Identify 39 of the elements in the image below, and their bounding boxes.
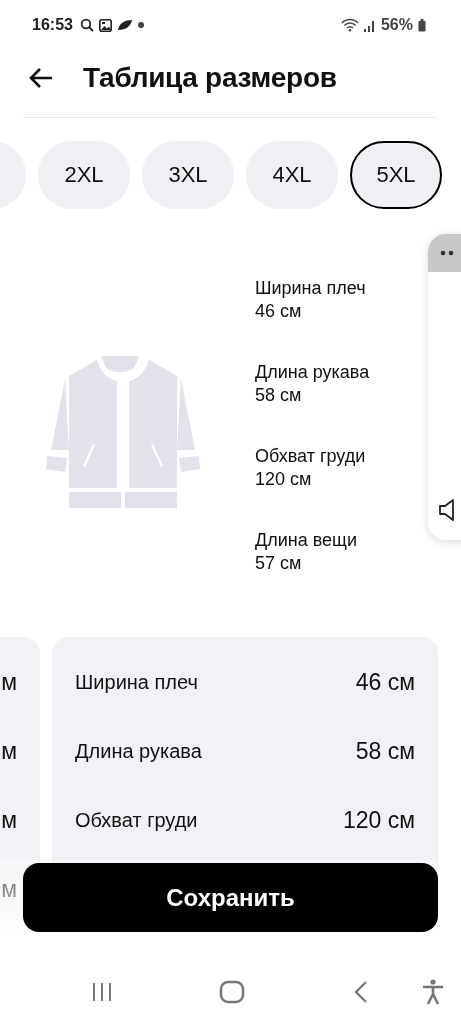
measurement-value: 46 см bbox=[255, 300, 303, 323]
size-chip[interactable]: 2XL bbox=[38, 141, 130, 209]
accessibility-icon[interactable] bbox=[421, 979, 445, 1005]
measurement-value: 58 см bbox=[255, 384, 303, 407]
dot-icon bbox=[137, 22, 144, 28]
wifi-icon bbox=[340, 18, 359, 32]
back-icon[interactable] bbox=[28, 67, 54, 89]
home-icon[interactable] bbox=[219, 980, 245, 1004]
battery-icon bbox=[418, 18, 426, 32]
recent-apps-icon[interactable] bbox=[91, 981, 113, 1003]
measurement-label: Ширина плеч bbox=[255, 277, 367, 300]
measurement-label: Обхват груди bbox=[255, 445, 367, 468]
row-label: Обхват груди bbox=[75, 809, 198, 832]
measurement-value: 120 см bbox=[255, 468, 313, 491]
row-value: 58 см bbox=[355, 738, 415, 765]
row-value: м bbox=[1, 669, 17, 696]
status-time: 16:53 bbox=[32, 16, 73, 34]
row-label: Длина рукава bbox=[75, 740, 202, 763]
row-label: Ширина плеч bbox=[75, 671, 198, 694]
row-value: м bbox=[1, 738, 17, 765]
measurement-value: 57 см bbox=[255, 552, 303, 575]
back-nav-icon[interactable] bbox=[353, 980, 369, 1004]
row-value: м bbox=[1, 807, 17, 834]
row-value: 120 см bbox=[342, 807, 415, 834]
row-value: 46 см bbox=[355, 669, 415, 696]
battery-percent: 56% bbox=[380, 16, 413, 34]
save-button[interactable]: Сохранить bbox=[23, 863, 438, 932]
search-icon bbox=[79, 18, 94, 32]
measurement-label: Длина рукава bbox=[255, 361, 370, 384]
row-value: м bbox=[1, 876, 17, 903]
leaf-icon bbox=[116, 19, 133, 31]
page-title: Таблица размеров bbox=[83, 62, 337, 94]
signal-icon bbox=[363, 18, 376, 32]
size-chip[interactable]: 4XL bbox=[246, 141, 338, 209]
more-icon[interactable] bbox=[440, 250, 454, 256]
image-icon bbox=[98, 18, 112, 32]
size-chip[interactable]: 3XL bbox=[142, 141, 234, 209]
measurement-label: Длина вещи bbox=[255, 529, 358, 552]
size-chip[interactable]: 5XL bbox=[350, 141, 442, 209]
